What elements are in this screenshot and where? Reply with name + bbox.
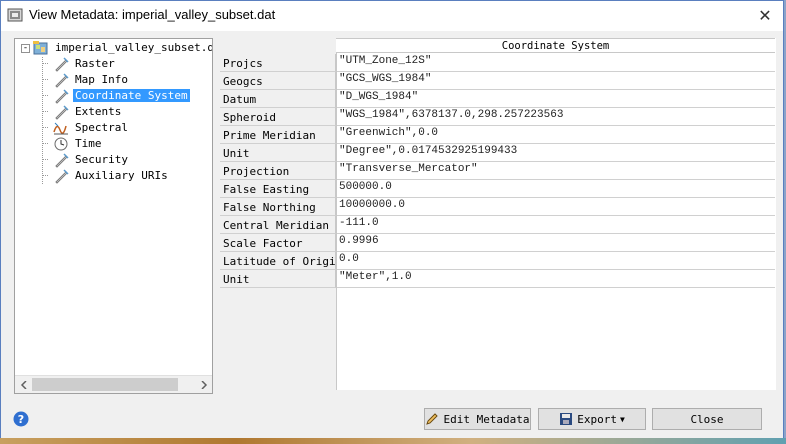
raster-file-icon xyxy=(33,40,49,56)
close-button[interactable]: Close xyxy=(652,408,762,430)
property-value[interactable]: "D_WGS_1984" xyxy=(337,90,775,108)
property-name: Prime Meridian xyxy=(220,126,336,144)
tree-root-file[interactable]: imperial_valley_subset.dat xyxy=(33,40,213,56)
tree-item-time[interactable]: Time xyxy=(53,136,104,152)
tree-item-security[interactable]: Security xyxy=(53,152,130,168)
property-value[interactable]: "Greenwich",0.0 xyxy=(337,126,775,144)
tree-item-label: Map Info xyxy=(75,73,128,86)
tree-item-auxiliary-uris[interactable]: Auxiliary URIs xyxy=(53,168,170,184)
tree-item-raster[interactable]: Raster xyxy=(53,56,117,72)
property-name: Unit xyxy=(220,144,336,162)
property-name: Latitude of Origin xyxy=(220,252,336,270)
property-value[interactable]: 500000.0 xyxy=(337,180,775,198)
property-grid: Coordinate System Projcs "UTM_Zone_12S" Ge… xyxy=(220,38,776,390)
collapse-toggle[interactable]: - xyxy=(21,44,30,53)
grid-row[interactable]: Central Meridian -111.0 xyxy=(220,216,776,234)
metadata-tree[interactable]: - imperial_valley_subset.dat Raster Map … xyxy=(14,38,213,394)
property-value[interactable]: "GCS_WGS_1984" xyxy=(337,72,775,90)
grid-row[interactable]: Geogcs "GCS_WGS_1984" xyxy=(220,72,776,90)
grid-column-header: Coordinate System xyxy=(336,38,775,53)
tree-item-label: Raster xyxy=(75,57,115,70)
metadata-page-icon xyxy=(53,168,69,184)
property-name: Projection xyxy=(220,162,336,180)
pencil-icon xyxy=(426,413,439,425)
property-name: Projcs xyxy=(220,54,336,72)
tree-item-spectral[interactable]: Spectral xyxy=(53,120,130,136)
grid-row[interactable]: Scale Factor 0.9996 xyxy=(220,234,776,252)
metadata-page-icon xyxy=(53,88,69,104)
floppy-disk-icon xyxy=(560,413,573,425)
metadata-page-icon xyxy=(53,104,69,120)
edit-metadata-label: Edit Metadata xyxy=(443,412,530,426)
envi-app-icon xyxy=(7,7,23,23)
grid-row[interactable]: Projcs "UTM_Zone_12S" xyxy=(220,54,776,72)
window-close-button[interactable]: ✕ xyxy=(747,1,783,29)
tree-item-coordinate-system[interactable]: Coordinate System xyxy=(53,88,190,104)
metadata-page-icon xyxy=(53,72,69,88)
property-value[interactable]: "Degree",0.0174532925199433 xyxy=(337,144,775,162)
window-title: View Metadata: imperial_valley_subset.da… xyxy=(29,7,276,22)
property-name: False Easting xyxy=(220,180,336,198)
tree-item-label: Spectral xyxy=(75,121,128,134)
grid-row[interactable]: Projection "Transverse_Mercator" xyxy=(220,162,776,180)
svg-text:?: ? xyxy=(18,413,24,426)
title-bar[interactable]: View Metadata: imperial_valley_subset.da… xyxy=(1,1,783,31)
metadata-page-icon xyxy=(53,152,69,168)
property-name: Spheroid xyxy=(220,108,336,126)
property-name: Central Meridian xyxy=(220,216,336,234)
scroll-thumb[interactable] xyxy=(32,378,178,391)
grid-row[interactable]: Unit "Meter",1.0 xyxy=(220,270,776,288)
scroll-right-arrow-icon[interactable] xyxy=(195,376,212,393)
property-name: Datum xyxy=(220,90,336,108)
grid-row[interactable]: False Easting 500000.0 xyxy=(220,180,776,198)
edit-metadata-button[interactable]: Edit Metadata xyxy=(424,408,531,430)
property-name: Scale Factor xyxy=(220,234,336,252)
export-label: Export xyxy=(577,412,617,426)
property-name: Geogcs xyxy=(220,72,336,90)
time-icon xyxy=(53,136,69,152)
property-value[interactable]: 0.9996 xyxy=(337,234,775,252)
property-value[interactable]: "UTM_Zone_12S" xyxy=(337,54,775,72)
grid-row[interactable]: Spheroid "WGS_1984",6378137.0,298.2572235… xyxy=(220,108,776,126)
property-name: False Northing xyxy=(220,198,336,216)
export-button[interactable]: Export ▼ xyxy=(538,408,646,430)
property-value[interactable]: 0.0 xyxy=(337,252,775,270)
tree-item-map-info[interactable]: Map Info xyxy=(53,72,130,88)
view-metadata-dialog: View Metadata: imperial_valley_subset.da… xyxy=(0,0,784,443)
scroll-left-arrow-icon[interactable] xyxy=(15,376,32,393)
property-value[interactable]: "Transverse_Mercator" xyxy=(337,162,775,180)
property-value[interactable]: 10000000.0 xyxy=(337,198,775,216)
grid-row[interactable]: Unit "Degree",0.0174532925199433 xyxy=(220,144,776,162)
grid-row[interactable]: Datum "D_WGS_1984" xyxy=(220,90,776,108)
property-value[interactable]: "WGS_1984",6378137.0,298.257223563 xyxy=(337,108,775,126)
property-name: Unit xyxy=(220,270,336,288)
grid-row[interactable]: Latitude of Origin 0.0 xyxy=(220,252,776,270)
tree-item-label: Security xyxy=(75,153,128,166)
dropdown-arrow-icon: ▼ xyxy=(619,414,625,424)
tree-horizontal-scrollbar[interactable] xyxy=(15,375,212,393)
background-strip xyxy=(0,438,786,444)
help-icon[interactable]: ? xyxy=(13,411,29,427)
tree-item-extents[interactable]: Extents xyxy=(53,104,123,120)
tree-root-label: imperial_valley_subset.dat xyxy=(55,41,213,54)
property-value[interactable]: "Meter",1.0 xyxy=(337,270,775,288)
tree-item-label: Auxiliary URIs xyxy=(75,169,168,182)
metadata-page-icon xyxy=(53,56,69,72)
spectral-icon xyxy=(53,120,69,136)
tree-item-label: Extents xyxy=(75,105,122,118)
tree-item-label: Coordinate System xyxy=(73,89,190,102)
close-label: Close xyxy=(690,412,724,426)
grid-row[interactable]: False Northing 10000000.0 xyxy=(220,198,776,216)
grid-row[interactable]: Prime Meridian "Greenwich",0.0 xyxy=(220,126,776,144)
tree-item-label: Time xyxy=(75,137,102,150)
property-value[interactable]: -111.0 xyxy=(337,216,775,234)
